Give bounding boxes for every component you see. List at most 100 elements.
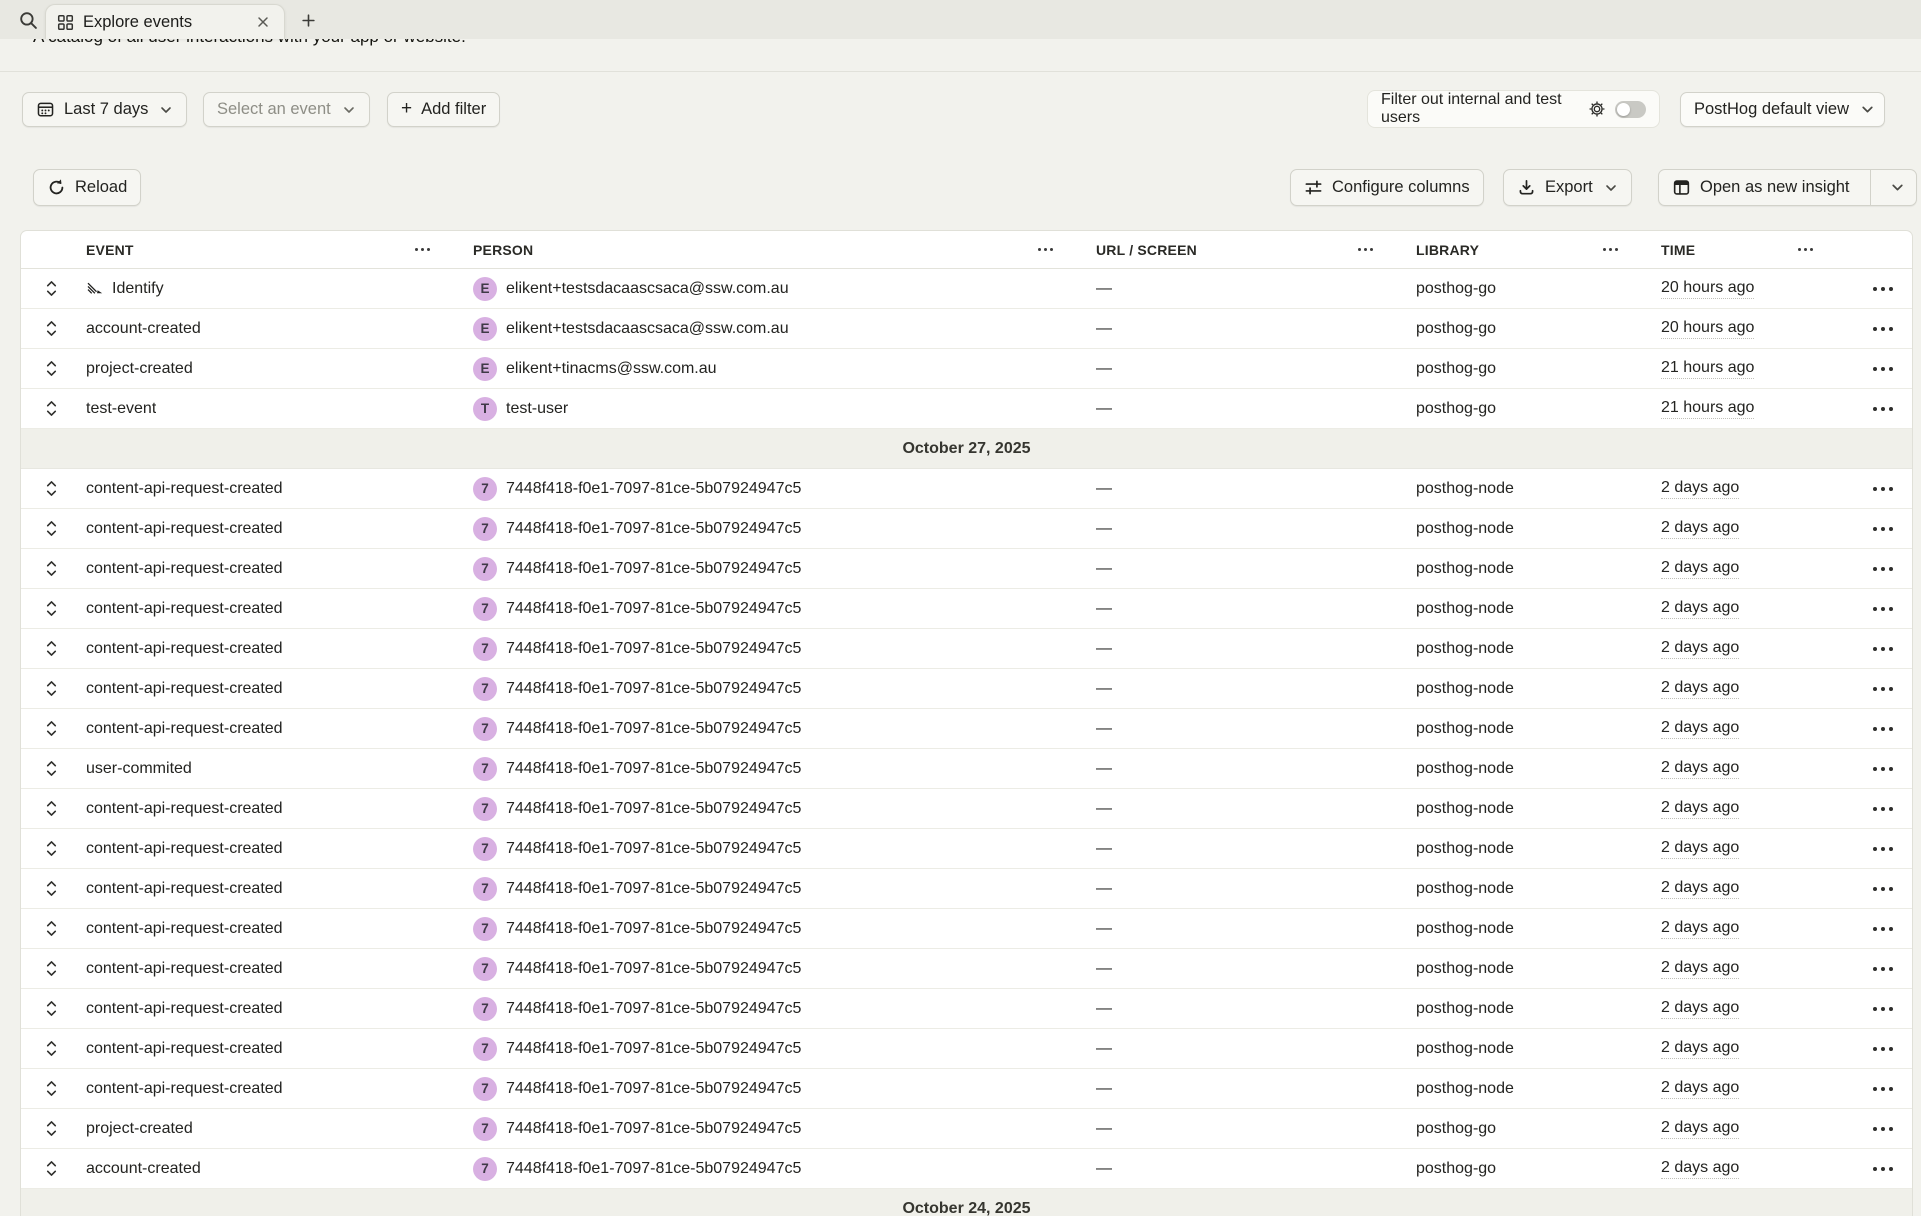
search-button[interactable] — [15, 8, 41, 32]
row-drag-handle[interactable] — [21, 478, 81, 499]
row-actions-button[interactable] — [1871, 363, 1895, 375]
row-drag-handle[interactable] — [21, 1078, 81, 1099]
date-range-button[interactable]: Last 7 days — [22, 92, 187, 127]
row-drag-handle[interactable] — [21, 1118, 81, 1139]
row-actions-button[interactable] — [1871, 1083, 1895, 1095]
row-drag-handle[interactable] — [21, 1038, 81, 1059]
person-link[interactable]: T test-user — [468, 397, 1091, 421]
view-select-button[interactable]: PostHog default view — [1680, 92, 1885, 127]
row-actions-button[interactable] — [1871, 1123, 1895, 1135]
row-actions-button[interactable] — [1871, 923, 1895, 935]
person-link[interactable]: 7 7448f418-f0e1-7097-81ce-5b07924947c5 — [468, 1157, 1091, 1181]
person-name: 7448f418-f0e1-7097-81ce-5b07924947c5 — [506, 720, 801, 738]
table-row: content-api-request-created 7 7448f418-f… — [21, 709, 1912, 749]
person-link[interactable]: 7 7448f418-f0e1-7097-81ce-5b07924947c5 — [468, 997, 1091, 1021]
add-filter-button[interactable]: + Add filter — [387, 92, 500, 127]
person-avatar: E — [473, 357, 497, 381]
person-link[interactable]: 7 7448f418-f0e1-7097-81ce-5b07924947c5 — [468, 717, 1091, 741]
row-drag-handle[interactable] — [21, 598, 81, 619]
row-actions-button[interactable] — [1871, 1003, 1895, 1015]
time-value: 2 days ago — [1661, 679, 1739, 699]
event-select-button[interactable]: Select an event — [203, 92, 370, 127]
person-name: 7448f418-f0e1-7097-81ce-5b07924947c5 — [506, 1000, 801, 1018]
person-link[interactable]: 7 7448f418-f0e1-7097-81ce-5b07924947c5 — [468, 517, 1091, 541]
person-link[interactable]: E elikent+tinacms@ssw.com.au — [468, 357, 1091, 381]
person-link[interactable]: 7 7448f418-f0e1-7097-81ce-5b07924947c5 — [468, 1117, 1091, 1141]
row-drag-handle[interactable] — [21, 918, 81, 939]
close-tab-button[interactable] — [253, 12, 273, 32]
row-actions-button[interactable] — [1871, 723, 1895, 735]
row-actions-button[interactable] — [1871, 683, 1895, 695]
row-actions-button[interactable] — [1871, 763, 1895, 775]
row-drag-handle[interactable] — [21, 878, 81, 899]
person-link[interactable]: 7 7448f418-f0e1-7097-81ce-5b07924947c5 — [468, 917, 1091, 941]
library-value: posthog-go — [1416, 400, 1496, 418]
row-drag-handle[interactable] — [21, 958, 81, 979]
reload-button[interactable]: Reload — [33, 169, 141, 206]
row-actions-button[interactable] — [1871, 323, 1895, 335]
person-link[interactable]: 7 7448f418-f0e1-7097-81ce-5b07924947c5 — [468, 797, 1091, 821]
row-drag-handle[interactable] — [21, 318, 81, 339]
table-row: content-api-request-created 7 7448f418-f… — [21, 989, 1912, 1029]
person-link[interactable]: 7 7448f418-f0e1-7097-81ce-5b07924947c5 — [468, 757, 1091, 781]
row-actions-button[interactable] — [1871, 1043, 1895, 1055]
row-drag-handle[interactable] — [21, 278, 81, 299]
person-link[interactable]: 7 7448f418-f0e1-7097-81ce-5b07924947c5 — [468, 597, 1091, 621]
row-drag-handle[interactable] — [21, 518, 81, 539]
time-value: 20 hours ago — [1661, 319, 1754, 339]
person-link[interactable]: 7 7448f418-f0e1-7097-81ce-5b07924947c5 — [468, 877, 1091, 901]
person-link[interactable]: 7 7448f418-f0e1-7097-81ce-5b07924947c5 — [468, 557, 1091, 581]
row-actions-button[interactable] — [1871, 523, 1895, 535]
column-menu-button[interactable] — [1601, 244, 1620, 255]
library-value: posthog-go — [1416, 1120, 1496, 1138]
person-link[interactable]: 7 7448f418-f0e1-7097-81ce-5b07924947c5 — [468, 1077, 1091, 1101]
row-drag-handle[interactable] — [21, 1158, 81, 1179]
column-menu-button[interactable] — [1036, 244, 1055, 255]
person-link[interactable]: 7 7448f418-f0e1-7097-81ce-5b07924947c5 — [468, 677, 1091, 701]
person-link[interactable]: 7 7448f418-f0e1-7097-81ce-5b07924947c5 — [468, 837, 1091, 861]
row-actions-button[interactable] — [1871, 483, 1895, 495]
row-drag-handle[interactable] — [21, 718, 81, 739]
tab-explore-events[interactable]: Explore events — [45, 4, 285, 39]
row-drag-handle[interactable] — [21, 798, 81, 819]
row-actions-button[interactable] — [1871, 643, 1895, 655]
table-row: content-api-request-created 7 7448f418-f… — [21, 469, 1912, 509]
new-tab-button[interactable] — [297, 10, 319, 30]
row-drag-handle[interactable] — [21, 998, 81, 1019]
person-link[interactable]: 7 7448f418-f0e1-7097-81ce-5b07924947c5 — [468, 477, 1091, 501]
row-actions-button[interactable] — [1871, 843, 1895, 855]
row-actions-button[interactable] — [1871, 883, 1895, 895]
row-drag-handle[interactable] — [21, 558, 81, 579]
row-drag-handle[interactable] — [21, 398, 81, 419]
person-link[interactable]: 7 7448f418-f0e1-7097-81ce-5b07924947c5 — [468, 1037, 1091, 1061]
row-actions-button[interactable] — [1871, 563, 1895, 575]
open-insight-dropdown-button[interactable] — [1880, 170, 1916, 205]
row-actions-button[interactable] — [1871, 963, 1895, 975]
person-link[interactable]: E elikent+testsdacaascsaca@ssw.com.au — [468, 317, 1091, 341]
row-actions-button[interactable] — [1871, 403, 1895, 415]
row-actions-button[interactable] — [1871, 803, 1895, 815]
row-drag-handle[interactable] — [21, 678, 81, 699]
person-link[interactable]: E elikent+testsdacaascsaca@ssw.com.au — [468, 277, 1091, 301]
column-menu-button[interactable] — [1796, 244, 1815, 255]
row-actions-button[interactable] — [1871, 1163, 1895, 1175]
row-actions-button[interactable] — [1871, 283, 1895, 295]
header-person-column: PERSON — [468, 242, 1091, 258]
test-users-toggle[interactable] — [1615, 101, 1646, 118]
column-menu-button[interactable] — [413, 244, 432, 255]
row-drag-handle[interactable] — [21, 358, 81, 379]
person-link[interactable]: 7 7448f418-f0e1-7097-81ce-5b07924947c5 — [468, 957, 1091, 981]
row-drag-handle[interactable] — [21, 638, 81, 659]
time-value: 2 days ago — [1661, 799, 1739, 819]
open-insight-button[interactable]: Open as new insight — [1658, 169, 1917, 206]
person-avatar: E — [473, 317, 497, 341]
export-button[interactable]: Export — [1503, 169, 1632, 206]
row-drag-handle[interactable] — [21, 758, 81, 779]
row-drag-handle[interactable] — [21, 838, 81, 859]
row-actions-button[interactable] — [1871, 603, 1895, 615]
library-value: posthog-node — [1416, 960, 1514, 978]
configure-columns-button[interactable]: Configure columns — [1290, 169, 1484, 206]
person-link[interactable]: 7 7448f418-f0e1-7097-81ce-5b07924947c5 — [468, 637, 1091, 661]
test-users-settings-button[interactable] — [1588, 100, 1606, 118]
column-menu-button[interactable] — [1356, 244, 1375, 255]
